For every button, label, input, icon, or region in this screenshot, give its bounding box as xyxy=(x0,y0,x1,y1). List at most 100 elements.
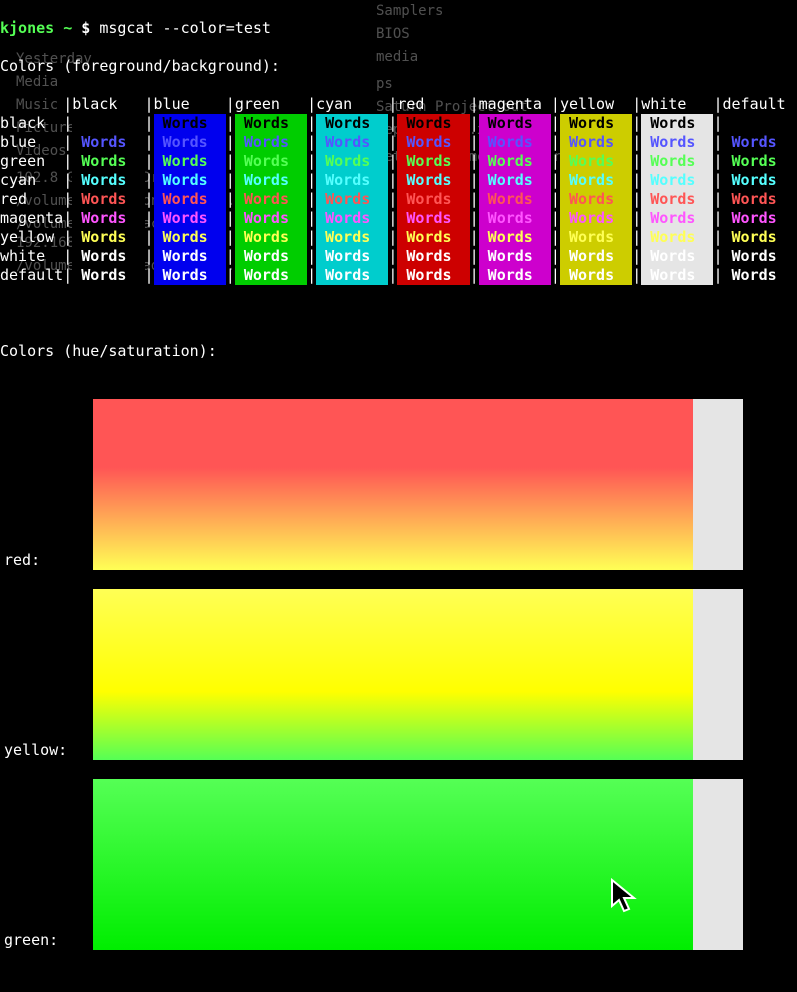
color-grid-row: magenta| Words | Words | Words | Words |… xyxy=(0,209,797,228)
color-cell: Words xyxy=(641,152,713,171)
color-grid-row: yellow | Words | Words | Words | Words |… xyxy=(0,228,797,247)
color-cell: Words xyxy=(235,152,307,171)
color-cell: Words xyxy=(641,266,713,285)
prompt-command: msgcat --color=test xyxy=(99,19,271,37)
color-cell: Words xyxy=(560,209,632,228)
prompt-line[interactable]: kjones ~ $ msgcat --color=test xyxy=(0,19,797,38)
color-cell: Words xyxy=(72,133,144,152)
color-cell: Words xyxy=(316,171,388,190)
hue-red-row: red: xyxy=(0,399,797,570)
color-cell: Words xyxy=(479,228,551,247)
hue-green-row: green: xyxy=(0,779,797,950)
color-cell: Words xyxy=(397,247,469,266)
color-cell: Words xyxy=(72,247,144,266)
hue-yellow-whitebar xyxy=(693,589,743,760)
color-cell: Words xyxy=(154,209,226,228)
color-cell: Words xyxy=(154,114,226,133)
color-cell: Words xyxy=(479,171,551,190)
color-cell: Words xyxy=(479,114,551,133)
color-cell: Words xyxy=(316,209,388,228)
color-cell: Words xyxy=(560,152,632,171)
color-cell: Words xyxy=(723,266,795,285)
color-cell: Words xyxy=(560,133,632,152)
color-cell: Words xyxy=(641,247,713,266)
color-cell: Words xyxy=(72,171,144,190)
prompt-dollar: $ xyxy=(81,19,99,37)
color-cell: Words xyxy=(397,171,469,190)
blank-line xyxy=(0,304,797,323)
color-cell: Words xyxy=(723,228,795,247)
color-grid-row: blue | Words | Words | Words | Words | W… xyxy=(0,133,797,152)
color-cell: Words xyxy=(72,152,144,171)
color-cell: Words xyxy=(641,190,713,209)
hue-red-whitebar xyxy=(693,399,743,570)
color-cell: Words xyxy=(560,114,632,133)
color-cell: Words xyxy=(316,228,388,247)
color-cell: Words xyxy=(723,209,795,228)
hue-red-label: red: xyxy=(4,551,40,570)
color-cell: Words xyxy=(397,190,469,209)
color-cell: Words xyxy=(235,209,307,228)
color-cell: Words xyxy=(72,228,144,247)
color-grid-row: black | Words | Words | Words | Words | … xyxy=(0,114,797,133)
color-cell: Words xyxy=(723,152,795,171)
color-cell: Words xyxy=(154,266,226,285)
hue-yellow-gradient xyxy=(93,589,693,760)
color-cell: Words xyxy=(560,190,632,209)
color-cell: Words xyxy=(235,114,307,133)
color-cell: Words xyxy=(154,228,226,247)
color-cell: Words xyxy=(154,247,226,266)
color-cell: Words xyxy=(560,228,632,247)
color-cell: Words xyxy=(479,133,551,152)
color-cell: Words xyxy=(235,171,307,190)
color-cell: Words xyxy=(72,209,144,228)
color-cell: Words xyxy=(479,209,551,228)
color-cell: Words xyxy=(397,209,469,228)
color-cell: Words xyxy=(316,266,388,285)
color-cell: Words xyxy=(641,171,713,190)
color-cell: Words xyxy=(154,171,226,190)
color-cell: Words xyxy=(641,133,713,152)
color-grid-row: cyan | Words | Words | Words | Words | W… xyxy=(0,171,797,190)
color-cell: Words xyxy=(235,190,307,209)
color-cell: Words xyxy=(560,171,632,190)
color-cell: Words xyxy=(235,247,307,266)
color-cell: Words xyxy=(154,152,226,171)
color-cell: Words xyxy=(397,133,469,152)
color-cell: Words xyxy=(723,133,795,152)
color-cell: Words xyxy=(154,190,226,209)
hue-yellow-label: yellow: xyxy=(4,741,67,760)
color-cell: Words xyxy=(316,133,388,152)
color-cell: Words xyxy=(479,152,551,171)
hue-green-label: green: xyxy=(4,931,58,950)
color-cell: Words xyxy=(397,266,469,285)
color-cell: Words xyxy=(154,133,226,152)
color-cell: Words xyxy=(723,114,795,133)
color-cell: Words xyxy=(560,247,632,266)
color-cell: Words xyxy=(641,209,713,228)
hue-red-gradient xyxy=(93,399,693,570)
color-cell: Words xyxy=(235,133,307,152)
color-cell: Words xyxy=(723,190,795,209)
color-grid-row: green | Words | Words | Words | Words | … xyxy=(0,152,797,171)
color-grid-header: |black |blue |green |cyan |red |magenta … xyxy=(0,95,797,114)
color-cell: Words xyxy=(316,190,388,209)
color-cell: Words xyxy=(72,114,144,133)
color-cell: Words xyxy=(397,152,469,171)
hue-green-whitebar xyxy=(693,779,743,950)
color-cell: Words xyxy=(397,228,469,247)
color-cell: Words xyxy=(316,114,388,133)
color-cell: Words xyxy=(723,247,795,266)
heading-fgbg: Colors (foreground/background): xyxy=(0,57,797,76)
color-cell: Words xyxy=(479,247,551,266)
color-cell: Words xyxy=(641,114,713,133)
color-cell: Words xyxy=(560,266,632,285)
mouse-cursor-icon xyxy=(610,878,638,914)
prompt-user: kjones xyxy=(0,19,54,37)
hue-green-gradient xyxy=(93,779,693,950)
color-cell: Words xyxy=(723,171,795,190)
color-cell: Words xyxy=(235,228,307,247)
color-cell: Words xyxy=(72,266,144,285)
color-cell: Words xyxy=(235,266,307,285)
color-grid-row: white | Words | Words | Words | Words | … xyxy=(0,247,797,266)
